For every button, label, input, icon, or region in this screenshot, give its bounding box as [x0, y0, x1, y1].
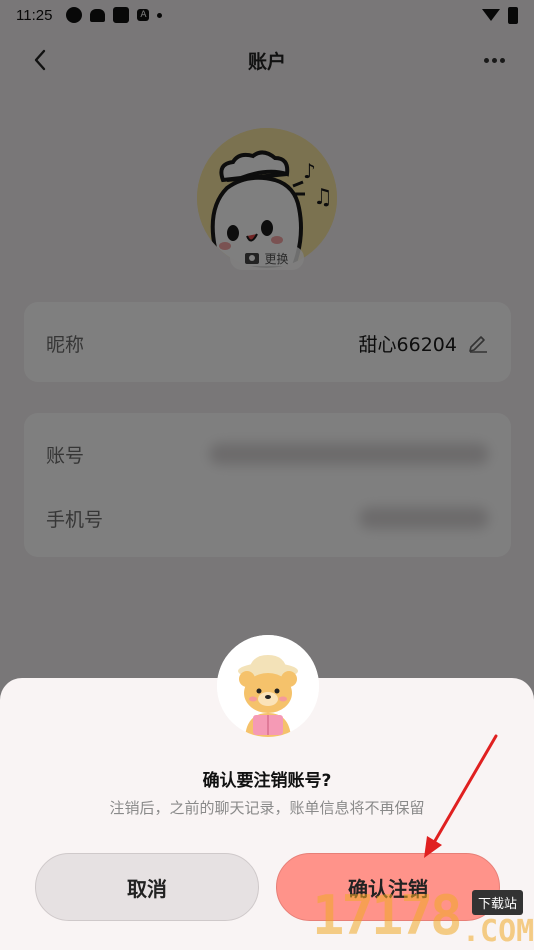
dialog-title: 确认要注销账号? [202, 771, 332, 791]
watermark-digits: 17178 [312, 884, 463, 947]
dialog-message: 注销后，之前的聊天记录，账单信息将不再保留 [109, 799, 425, 817]
site-watermark: 17178 下载站 .COM [312, 884, 534, 950]
bear-mascot-image [217, 635, 319, 737]
watermark-com: .COM [462, 914, 534, 949]
watermark-tag: 下载站 [472, 890, 524, 915]
bear-icon [217, 635, 319, 737]
cancel-button[interactable]: 取消 [35, 853, 259, 921]
